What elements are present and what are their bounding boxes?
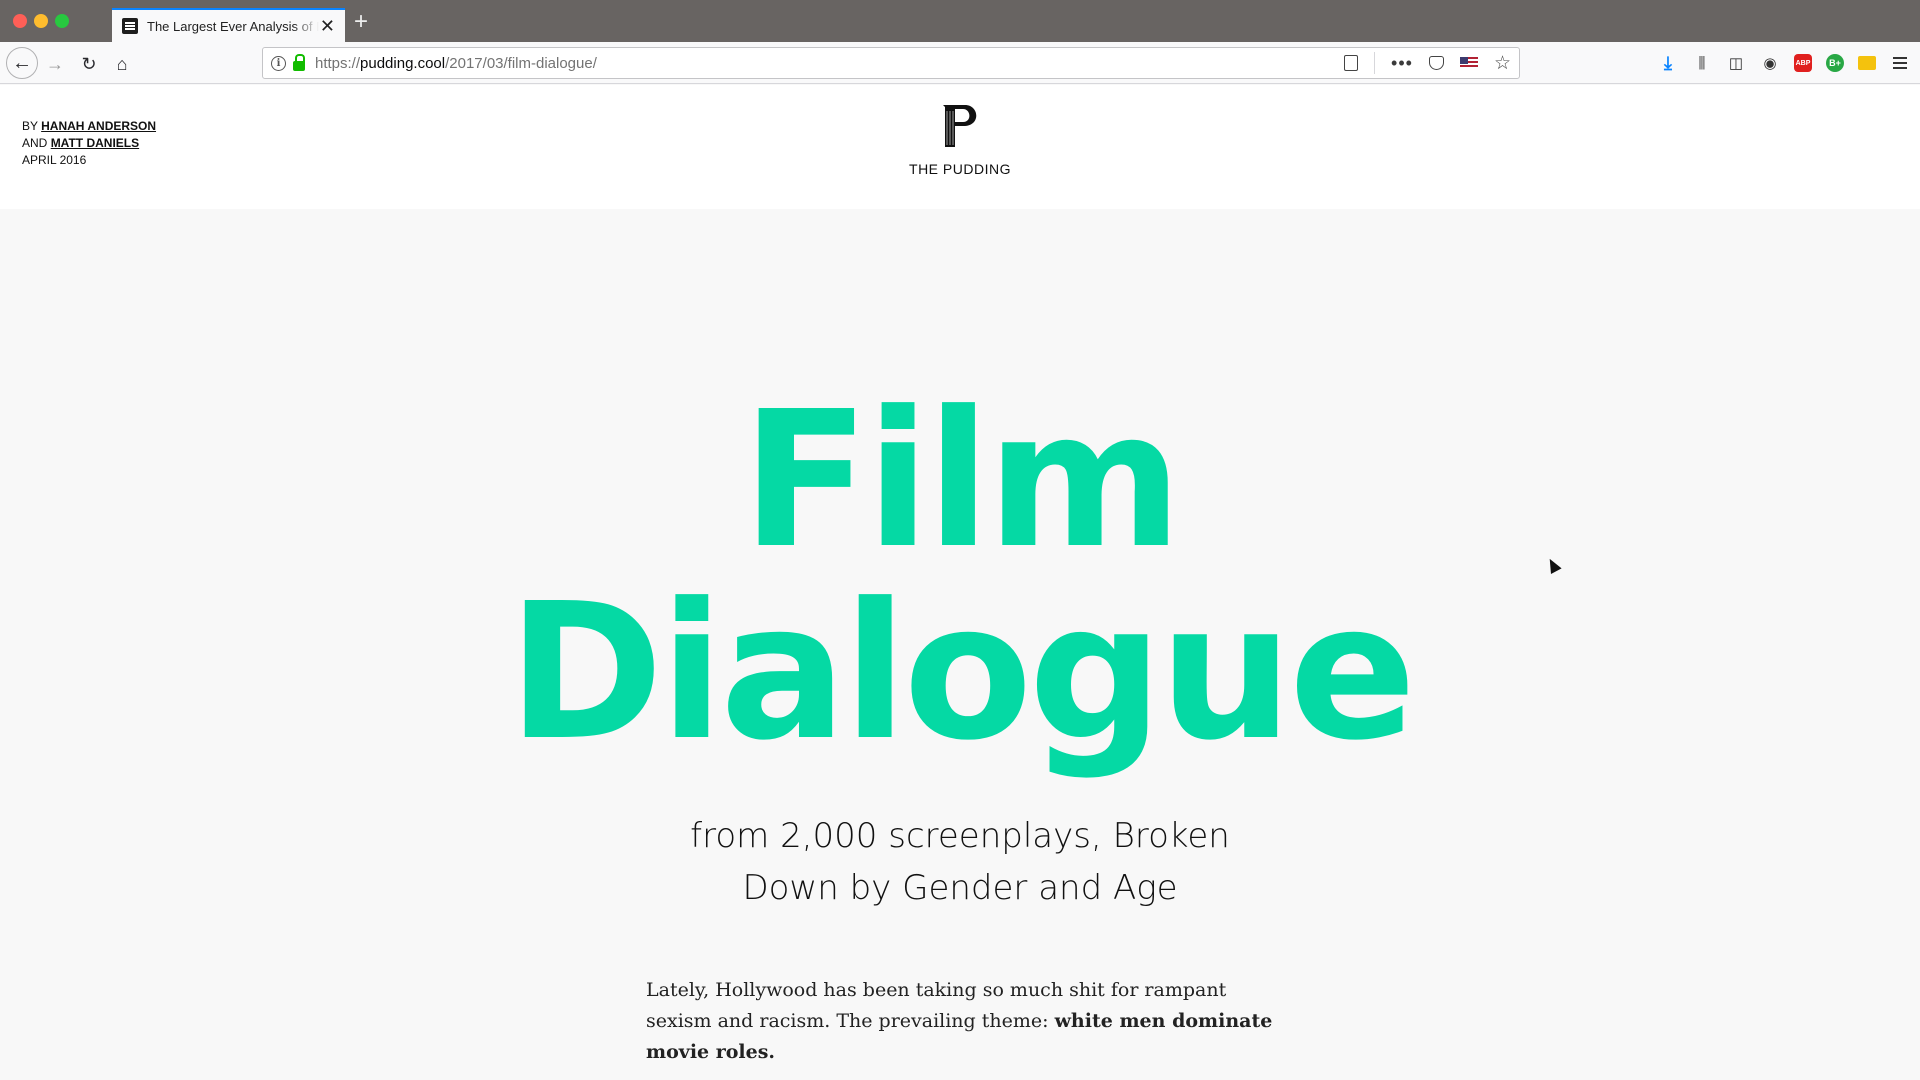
- back-icon: ←: [12, 51, 32, 74]
- site-logo-text[interactable]: THE PUDDING: [860, 161, 1060, 177]
- home-icon: ⌂: [116, 53, 128, 74]
- forward-icon: →: [46, 53, 64, 74]
- url-separator: [1374, 52, 1376, 74]
- browser-tab-bar: The Largest Ever Analysis of Film Dialog…: [0, 0, 1920, 42]
- subtitle-line-2: Down by Gender and Age: [742, 868, 1178, 908]
- sidebar-icon[interactable]: ◫: [1726, 53, 1746, 73]
- author-link-matt-daniels[interactable]: MATT DANIELS: [51, 136, 139, 150]
- reader-view-icon[interactable]: [1344, 55, 1359, 71]
- url-scheme: https://: [315, 54, 361, 72]
- url-bar[interactable]: i https://pudding.cool/2017/03/film-dial…: [262, 47, 1520, 79]
- lock-icon[interactable]: [293, 53, 305, 71]
- url-host: pudding.cool: [360, 54, 446, 72]
- page-actions-icon[interactable]: •••: [1391, 53, 1413, 74]
- url-text[interactable]: https://pudding.cool/2017/03/film-dialog…: [315, 55, 597, 72]
- and-label: AND: [22, 136, 48, 150]
- adblock-icon[interactable]: ABP: [1794, 54, 1812, 72]
- page-favicon-icon: [122, 18, 138, 34]
- url-actions: ••• ☆: [1344, 52, 1511, 75]
- bookmark-star-icon[interactable]: ☆: [1494, 52, 1511, 75]
- download-icon[interactable]: ⤓: [1658, 53, 1678, 73]
- page-title: Film Dialogue: [0, 385, 1920, 769]
- home-button[interactable]: ⌂: [108, 50, 136, 78]
- reload-icon: ↻: [81, 53, 97, 74]
- browser-tab[interactable]: The Largest Ever Analysis of Film Dialog…: [112, 8, 345, 42]
- library-icon[interactable]: ⫼: [1692, 53, 1712, 73]
- publish-date: APRIL 2016: [22, 153, 87, 167]
- menu-icon: [1893, 57, 1907, 69]
- byline: BY HANAH ANDERSON AND MATT DANIELS APRIL…: [22, 118, 156, 169]
- menu-button[interactable]: [1890, 53, 1910, 73]
- page-subtitle: from 2,000 screenplays, Broken Down by G…: [610, 810, 1310, 914]
- subtitle-line-1: from 2,000 screenplays, Broken: [690, 816, 1230, 856]
- yellow-extension-icon[interactable]: [1858, 56, 1876, 70]
- pudding-logo-icon[interactable]: [935, 101, 985, 151]
- close-tab-icon[interactable]: ✕: [320, 17, 335, 35]
- tab-title: The Largest Ever Analysis of Film Dialog…: [147, 18, 319, 34]
- new-tab-button[interactable]: +: [354, 10, 368, 34]
- close-window-button[interactable]: [13, 14, 27, 28]
- title-line-1: Film: [741, 371, 1182, 590]
- green-extension-icon[interactable]: B+: [1826, 54, 1844, 72]
- reload-button[interactable]: ↻: [75, 50, 103, 78]
- toolbar-right: ⤓ ⫼ ◫ ◉ ABP B+: [1658, 42, 1920, 84]
- title-line-2: Dialogue: [507, 563, 1417, 782]
- author-link-hanah-anderson[interactable]: HANAH ANDERSON: [41, 119, 156, 133]
- info-icon[interactable]: i: [271, 55, 286, 71]
- account-icon[interactable]: ◉: [1760, 53, 1780, 73]
- by-label: BY: [22, 119, 38, 133]
- url-path: /2017/03/film-dialogue/: [445, 54, 597, 72]
- flag-icon[interactable]: [1459, 57, 1478, 69]
- zoom-window-button[interactable]: [55, 14, 69, 28]
- forward-button[interactable]: →: [41, 50, 69, 78]
- minimize-window-button[interactable]: [34, 14, 48, 28]
- navigation-toolbar: ← → ↻ ⌂ i https://pudding.cool/2017/03/f…: [0, 42, 1920, 84]
- site-header: BY HANAH ANDERSON AND MATT DANIELS APRIL…: [0, 85, 1920, 209]
- back-button[interactable]: ←: [6, 47, 38, 79]
- intro-paragraph: Lately, Hollywood has been taking so muc…: [646, 975, 1286, 1068]
- pocket-icon[interactable]: [1428, 56, 1444, 70]
